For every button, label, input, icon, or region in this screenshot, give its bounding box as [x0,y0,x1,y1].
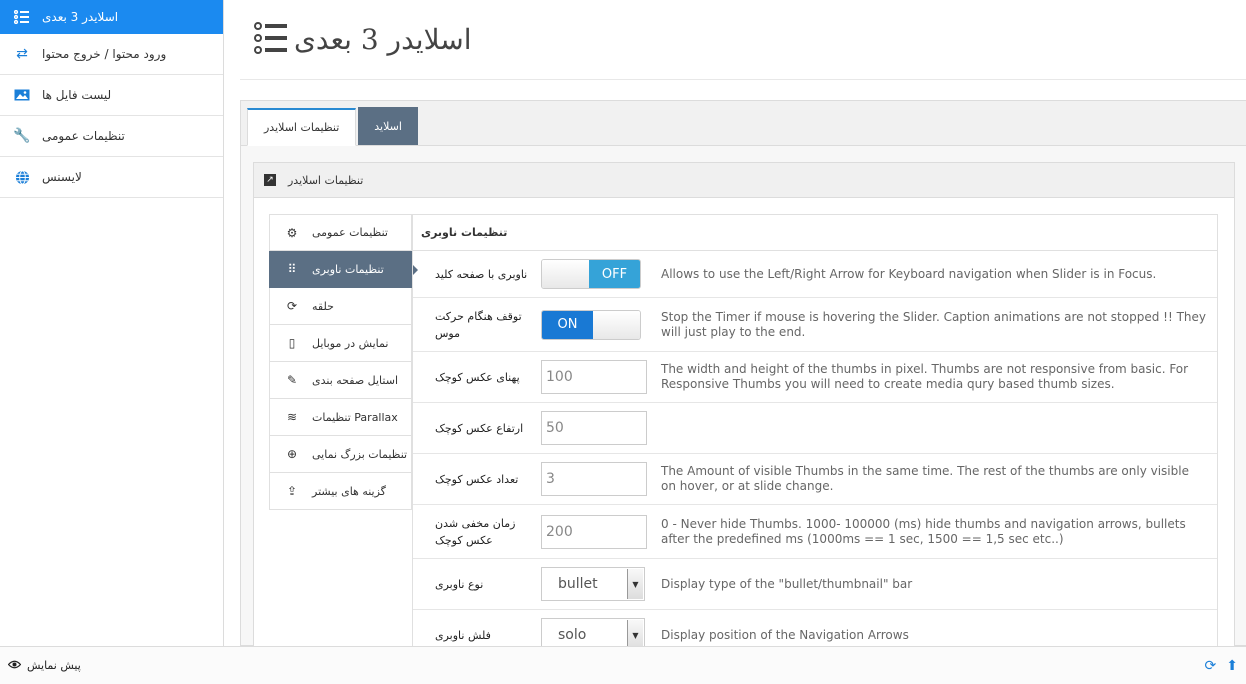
section-title: تنظیمات اسلایدر [288,173,364,187]
main-content: اسلایدر 3 بعدی تنظیمات اسلایدر اسلاید ↗ … [225,0,1246,653]
navigation-settings: تنظیمات ناوبری ناوبری با صفحه کلید OFF A… [412,214,1218,653]
setting-row-pause-on-hover: توقف هنگام حرکت موس ON Stop the Timer if… [413,298,1217,352]
tab-slider-settings[interactable]: تنظیمات اسلایدر [247,108,357,146]
toggle-knob [542,260,590,288]
setting-row-keyboard-nav: ناوبری با صفحه کلید OFF Allows to use th… [413,251,1217,298]
slider-settings-box: ↗ تنظیمات اسلایدر ⚙ تنظیمات عمومی ⠿ تنظی… [253,162,1235,653]
keyboard-nav-toggle[interactable]: OFF [541,259,641,289]
setting-description: The width and height of the thumbs in pi… [661,362,1189,391]
setting-label: توقف هنگام حرکت موس [435,309,522,340]
subnav-item-label: تنظیمات بزرگ نمایی [312,447,408,461]
subnav-item-label: استایل صفحه بندی [312,373,398,387]
sidebar-item-label: لایسنس [42,170,82,184]
setting-label: ناوبری با صفحه کلید [435,267,528,281]
sidebar-item-slider-3d[interactable]: اسلایدر 3 بعدی [0,0,223,34]
crosshair-icon: ⊕ [286,447,298,461]
grid-dots-icon: ⠿ [287,262,297,276]
setting-label: ارتفاع عکس کوچک [435,421,524,435]
arrow-up-icon[interactable]: ⬆ [1226,658,1238,674]
toggle-state: ON [542,310,593,339]
hide-thumbs-input[interactable]: 200 [541,514,647,549]
brush-icon: ✎ [286,373,298,387]
setting-description: 0 - Never hide Thumbs. 1000- 100000 (ms)… [661,516,1186,546]
setting-description: Allows to use the Left/Right Arrow for K… [661,266,1157,281]
sidebar-item-general-settings[interactable]: 🔧 تنظیمات عمومی [0,116,223,157]
thumb-amount-input[interactable]: 3 [541,462,647,496]
wrench-icon: 🔧 [13,128,31,144]
caret-down-icon: ▼ [627,569,643,599]
page-header: اسلایدر 3 بعدی [240,0,1246,80]
preview-label: پیش نمایش [27,659,81,672]
subnav-item-more-options[interactable]: ⇪ گزینه های بیشتر [269,473,412,510]
subnav-item-label: نمایش در موبایل [312,336,389,350]
image-icon [12,89,32,101]
subnav-item-parallax[interactable]: ≋ تنظیمات Parallax [269,399,412,436]
setting-description: Stop the Timer if mouse is hovering the … [661,309,1206,339]
setting-row-thumb-width: پهنای عکس کوچک 100 The width and height … [413,352,1217,403]
sidebar-item-file-list[interactable]: لیست فایل ها [0,75,223,116]
globe-icon [12,169,32,185]
setting-row-hide-thumbs: زمان مخفی شدن عکس کوچک 200 0 - Never hid… [413,505,1217,559]
subnav-item-pagination-style[interactable]: ✎ استایل صفحه بندی [269,362,412,399]
footer-bar: پیش نمایش ⟳ ⬆ [0,646,1246,684]
subnav-item-loop[interactable]: ⟳ حلقه [269,288,412,325]
setting-label: پهنای عکس کوچک [435,370,520,384]
subnav-item-mobile[interactable]: ▯ نمایش در موبایل [269,325,412,362]
toggle-state: OFF [589,260,640,288]
thumb-width-input[interactable]: 100 [541,360,647,394]
sidebar-item-label: اسلایدر 3 بعدی [42,10,119,24]
sidebar-item-import-export[interactable]: ⇄ ورود محتوا / خروج محتوا [0,34,223,75]
setting-label: نوع ناوبری [435,577,484,591]
settings-subnav: ⚙ تنظیمات عمومی ⠿ تنظیمات ناوبری ⟳ حلقه … [269,214,418,510]
setting-row-nav-type: نوع ناوبری bullet ▼ Display type of the … [413,559,1217,610]
preview-button[interactable]: پیش نمایش [7,659,81,672]
select-value: solo [558,627,587,643]
external-link-icon: ↗ [264,174,276,186]
layers-icon: ≋ [286,410,298,424]
subnav-item-zoom[interactable]: ⊕ تنظیمات بزرگ نمایی [269,436,412,473]
setting-label: تعداد عکس کوچک [435,472,519,486]
subnav-item-label: تنظیمات Parallax [312,410,398,424]
eye-icon [7,659,22,672]
sidebar-item-label: تنظیمات عمومی [42,129,125,143]
setting-description: The Amount of visible Thumbs in the same… [661,464,1189,493]
settings-panel: تنظیمات اسلایدر اسلاید ↗ تنظیمات اسلایدر… [240,100,1246,653]
subnav-item-label: تنظیمات عمومی [312,226,388,239]
tab-bar: تنظیمات اسلایدر اسلاید [241,101,1246,146]
subnav-item-general[interactable]: ⚙ تنظیمات عمومی [269,214,412,251]
tab-slide[interactable]: اسلاید [358,107,418,145]
gears-icon: ⚙ [286,225,298,240]
sidebar-item-label: لیست فایل ها [42,88,112,102]
section-header: ↗ تنظیمات اسلایدر [254,163,1234,198]
nav-type-select[interactable]: bullet ▼ [541,567,645,601]
pause-on-hover-toggle[interactable]: ON [541,309,641,340]
select-value: bullet [558,576,598,592]
list-icon [254,21,288,58]
sidebar-item-license[interactable]: لایسنس [0,157,223,198]
setting-label: زمان مخفی شدن عکس کوچک [435,516,516,547]
subnav-item-label: حلقه [312,299,334,313]
setting-row-thumb-amount: تعداد عکس کوچک 3 The Amount of visible T… [413,454,1217,505]
retweet-icon: ⇄ [16,46,28,62]
loop-icon: ⟳ [286,299,298,313]
refresh-icon[interactable]: ⟳ [1205,658,1217,674]
toggle-knob [592,310,640,339]
mobile-icon: ▯ [288,336,296,350]
list-icon [12,10,32,24]
thumb-height-input[interactable]: 50 [541,411,647,445]
sidebar: اسلایدر 3 بعدی ⇄ ورود محتوا / خروج محتوا… [0,0,224,646]
subnav-item-navigation[interactable]: ⠿ تنظیمات ناوبری [269,251,418,288]
setting-description: Display type of the "bullet/thumbnail" b… [661,576,913,591]
setting-label: فلش ناوبری [435,628,491,642]
setting-row-thumb-height: ارتفاع عکس کوچک 50 [413,403,1217,454]
setting-description: Display position of the Navigation Arrow… [661,627,909,642]
subnav-item-label: تنظیمات ناوبری [312,262,384,276]
sidebar-item-label: ورود محتوا / خروج محتوا [42,47,167,61]
upload-icon: ⇪ [286,484,298,498]
page-title: اسلایدر 3 بعدی [294,23,472,56]
settings-title: تنظیمات ناوبری [413,215,1217,251]
subnav-item-label: گزینه های بیشتر [312,484,386,498]
